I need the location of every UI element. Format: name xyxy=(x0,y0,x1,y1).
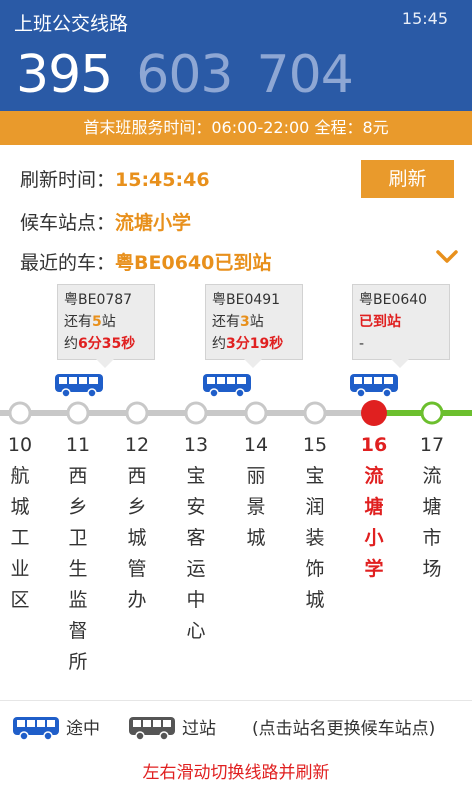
stop-dot[interactable] xyxy=(66,401,90,425)
bus-bubble-3: 粤BE0640 已到站 - xyxy=(352,284,450,368)
stop-name: 流塘小学 xyxy=(364,465,384,580)
nearest-bus-value: 粤BE0640已到站 xyxy=(115,252,272,274)
station-value[interactable]: 流塘小学 xyxy=(115,212,191,234)
stop-number: 12 xyxy=(124,434,150,456)
bus-eta: - xyxy=(359,336,365,352)
bus-bubble-1: 粤BE0787 还有5站 约6分35秒 xyxy=(57,284,155,368)
route-tab-603[interactable]: 603 xyxy=(136,45,233,105)
bus-icon[interactable] xyxy=(54,373,104,398)
bus-plate: 粤BE0640 xyxy=(359,292,428,308)
current-stop-dot[interactable] xyxy=(361,400,387,426)
stop-14[interactable]: 14 丽景城 xyxy=(239,430,273,554)
bus-remaining-stops: 还有5站 xyxy=(64,314,116,330)
stop-number: 11 xyxy=(65,434,91,456)
bus-eta: 约3分19秒 xyxy=(212,336,284,352)
stop-number: 16 xyxy=(360,434,388,456)
refresh-time-row: 刷新时间：15:45:46 xyxy=(20,165,210,192)
nearest-bus-label: 最近的车： xyxy=(20,252,116,274)
route-line xyxy=(0,400,472,426)
stop-11[interactable]: 11 西乡卫生监督所 xyxy=(61,430,95,678)
stop-name: 西乡卫生监督所 xyxy=(68,465,88,673)
chevron-down-icon[interactable] xyxy=(436,249,458,265)
stop-dot[interactable] xyxy=(125,401,149,425)
bus-remaining-stops: 还有3站 xyxy=(212,314,264,330)
stop-number: 15 xyxy=(302,434,328,456)
stop-dot[interactable] xyxy=(420,401,444,425)
stop-dot[interactable] xyxy=(303,401,327,425)
stop-name: 流塘市场 xyxy=(422,465,442,580)
stop-name: 宝润装饰城 xyxy=(305,465,325,611)
stop-dot[interactable] xyxy=(184,401,208,425)
legend-divider xyxy=(0,700,472,701)
stop-name: 宝安客运中心 xyxy=(186,465,206,642)
stop-15[interactable]: 15 宝润装饰城 xyxy=(298,430,332,616)
change-station-hint: (点击站名更换候车站点) xyxy=(252,719,436,739)
bus-icon[interactable] xyxy=(349,373,399,398)
bus-arrived-status: 已到站 xyxy=(359,314,401,330)
stop-number: 14 xyxy=(243,434,269,456)
station-row: 候车站点：流塘小学 xyxy=(20,208,191,235)
service-hours-bar: 首末班服务时间：06:00-22:00 全程：8元 xyxy=(0,111,472,145)
legend-passed: 过站 xyxy=(182,719,216,739)
refresh-button[interactable]: 刷新 xyxy=(361,160,454,198)
header: 上班公交线路 15:45 395 603 704 xyxy=(0,0,472,111)
route-tab-395[interactable]: 395 xyxy=(16,45,113,105)
status-clock: 15:45 xyxy=(401,9,448,28)
bus-eta: 约6分35秒 xyxy=(64,336,136,352)
route-switcher: 395 603 704 xyxy=(16,45,377,105)
bus-bubble-2: 粤BE0491 还有3站 约3分19秒 xyxy=(205,284,303,368)
app-title: 上班公交线路 xyxy=(14,13,129,35)
stop-16-current[interactable]: 16 流塘小学 xyxy=(357,430,391,585)
stop-number: 17 xyxy=(419,434,445,456)
stop-name: 西乡城管办 xyxy=(127,465,147,611)
legend-en-route: 途中 xyxy=(66,719,100,739)
bus-plate: 粤BE0491 xyxy=(212,292,281,308)
stop-13[interactable]: 13 宝安客运中心 xyxy=(179,430,213,647)
stop-12[interactable]: 12 西乡城管办 xyxy=(120,430,154,616)
stop-17[interactable]: 17 流塘市场 xyxy=(415,430,449,585)
stop-10[interactable]: 10 航城工业区 xyxy=(3,430,37,616)
refresh-time-value: 15:45:46 xyxy=(115,169,210,191)
bus-en-route-legend-icon xyxy=(13,717,59,741)
refresh-time-label: 刷新时间： xyxy=(20,169,116,191)
stop-dot[interactable] xyxy=(244,401,268,425)
stop-number: 13 xyxy=(183,434,209,456)
nearest-bus-row: 最近的车：粤BE0640已到站 xyxy=(20,248,271,275)
bus-passed-legend-icon xyxy=(129,717,175,741)
stop-name: 丽景城 xyxy=(246,465,266,549)
bus-plate: 粤BE0787 xyxy=(64,292,133,308)
swipe-hint: 左右滑动切换线路并刷新 xyxy=(142,763,330,783)
route-tab-704[interactable]: 704 xyxy=(257,45,354,105)
stop-dot[interactable] xyxy=(8,401,32,425)
bus-icon[interactable] xyxy=(202,373,252,398)
station-label: 候车站点： xyxy=(20,212,116,234)
stop-number: 10 xyxy=(7,434,33,456)
stop-name: 航城工业区 xyxy=(10,465,30,611)
